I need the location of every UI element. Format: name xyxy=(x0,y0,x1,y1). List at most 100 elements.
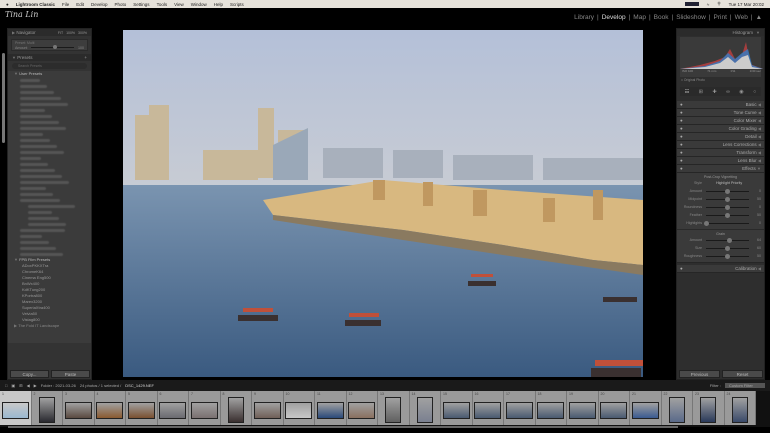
previous-button[interactable]: Previous xyxy=(679,370,720,378)
panel-transform[interactable]: ● Transform ◀ xyxy=(677,149,764,157)
copy-button[interactable]: Copy... xyxy=(10,370,49,378)
slider-value[interactable]: 50 xyxy=(753,254,761,258)
filmstrip-thumbnail[interactable]: 14 xyxy=(409,391,441,425)
second-window-icon[interactable]: ▣ xyxy=(11,383,15,388)
slider-track[interactable] xyxy=(706,253,749,259)
panel-lens-corrections[interactable]: ● Lens Corrections ◀ xyxy=(677,141,764,149)
filmstrip-thumbnail[interactable]: 6 xyxy=(157,391,189,425)
panel-calibration[interactable]: ● Calibration ◀ xyxy=(677,265,764,273)
edit-icon[interactable]: ☷ xyxy=(685,89,689,95)
vignette-slider-roundness[interactable]: Roundness 0 xyxy=(677,203,764,211)
wifi-icon[interactable]: ≈ xyxy=(707,2,709,7)
preset-search-input[interactable]: Search Presets xyxy=(12,63,87,69)
grain-slider-size[interactable]: Size 60 xyxy=(677,244,764,252)
histogram-header[interactable]: Histogram ▼ xyxy=(677,29,764,36)
filmstrip-thumbnail[interactable]: 19 xyxy=(567,391,599,425)
eye-icon[interactable]: ● xyxy=(680,142,683,147)
preset-group-next[interactable]: ▶ The Fold IT Landscape xyxy=(8,323,91,329)
filmstrip-thumbnail[interactable]: 3 xyxy=(63,391,95,425)
filmstrip-thumbnail[interactable]: 20 xyxy=(598,391,630,425)
clock[interactable]: Tue 17 Mar 20:02 xyxy=(729,2,764,7)
grain-slider-amount[interactable]: Amount 64 xyxy=(677,236,764,244)
menu-tools[interactable]: Tools xyxy=(157,2,168,7)
mask-icon[interactable]: ◉ xyxy=(739,89,743,95)
panel-lens-blur[interactable]: ● Lens Blur ◀ xyxy=(677,157,764,165)
slider-track[interactable] xyxy=(706,212,749,218)
preset-amount-slider[interactable] xyxy=(31,45,74,49)
slider-track[interactable] xyxy=(703,220,749,226)
cloud-icon[interactable]: ▲ xyxy=(756,14,762,21)
filmstrip-thumbnail[interactable]: 8 xyxy=(220,391,252,425)
menu-view[interactable]: View xyxy=(174,2,184,7)
panel-color-mixer[interactable]: ● Color Mixer ◀ xyxy=(677,117,764,125)
slider-knob[interactable] xyxy=(703,220,709,226)
add-preset-icon[interactable]: + xyxy=(84,55,87,60)
slider-track[interactable] xyxy=(706,245,749,251)
menu-app-name[interactable]: Lightroom Classic xyxy=(16,2,55,7)
eye-icon[interactable]: ● xyxy=(680,118,683,123)
menu-settings[interactable]: Settings xyxy=(133,2,149,7)
module-map[interactable]: Map xyxy=(633,14,646,21)
slider-knob[interactable] xyxy=(725,196,730,202)
filter-dropdown[interactable]: Custom Filter xyxy=(725,383,765,388)
original-photo-checkbox[interactable]: □ Original Photo xyxy=(677,78,764,82)
main-window-icon[interactable]: □ xyxy=(5,383,7,388)
folder-label[interactable]: Folder : 2021-03-26 xyxy=(41,383,76,388)
zoom-300[interactable]: 300% xyxy=(78,31,87,35)
vignette-slider-midpoint[interactable]: Midpoint 50 xyxy=(677,195,764,203)
panel-detail[interactable]: ● Detail ◀ xyxy=(677,133,764,141)
slider-value[interactable]: 0 xyxy=(753,221,761,225)
slider-knob[interactable] xyxy=(725,188,730,194)
eye-icon[interactable]: ● xyxy=(680,110,683,115)
crop-icon[interactable]: ⊞ xyxy=(699,89,703,95)
battery-icon[interactable] xyxy=(684,2,699,6)
slider-track[interactable] xyxy=(706,188,749,194)
module-web[interactable]: Web xyxy=(735,14,748,21)
navigator-header[interactable]: ▶ Navigator FIT 100% 300% xyxy=(8,29,91,36)
slider-value[interactable]: 50 xyxy=(753,213,761,217)
menu-scripts[interactable]: Scripts xyxy=(230,2,244,7)
filmstrip-thumbnail[interactable]: 5 xyxy=(126,391,158,425)
grain-slider-roughness[interactable]: Roughness 50 xyxy=(677,252,764,260)
slider-knob[interactable] xyxy=(725,253,730,259)
slider-track[interactable] xyxy=(706,204,749,210)
filmstrip-thumbnail[interactable]: 17 xyxy=(504,391,536,425)
zoom-fit[interactable]: FIT xyxy=(58,31,63,35)
filmstrip-thumbnail[interactable]: 18 xyxy=(535,391,567,425)
filmstrip-scrollbar[interactable] xyxy=(8,426,678,428)
filmstrip-thumbnail[interactable]: 2 xyxy=(31,391,63,425)
filmstrip-thumbnail[interactable]: 15 xyxy=(441,391,473,425)
histogram[interactable]: ISO 100 71 mm f/11 1/30 sec xyxy=(680,37,763,77)
filmstrip-thumbnail[interactable]: 23 xyxy=(693,391,725,425)
redeye-icon[interactable]: ∞ xyxy=(726,89,730,95)
menu-window[interactable]: Window xyxy=(191,2,207,7)
presets-header[interactable]: ▼ Presets + xyxy=(8,54,91,61)
filmstrip-thumbnail[interactable]: 11 xyxy=(315,391,347,425)
slider-value[interactable]: 50 xyxy=(753,197,761,201)
slider-knob[interactable] xyxy=(725,245,730,251)
slider-value[interactable]: 60 xyxy=(753,246,761,250)
preset-amount-value[interactable]: 100 xyxy=(78,46,84,50)
menu-edit[interactable]: Edit xyxy=(76,2,84,7)
vignette-slider-feather[interactable]: Feather 50 xyxy=(677,211,764,219)
apple-icon[interactable]: ● xyxy=(6,2,9,7)
slider-track[interactable] xyxy=(706,196,749,202)
reset-button[interactable]: Reset xyxy=(722,370,763,378)
grid-icon[interactable]: ⊞ xyxy=(19,383,22,388)
eye-icon[interactable]: ● xyxy=(680,150,683,155)
filmstrip-thumbnail[interactable]: 1 xyxy=(0,391,32,425)
filmstrip-thumbnail[interactable]: 10 xyxy=(283,391,315,425)
slider-value[interactable]: 0 xyxy=(753,205,761,209)
presets-icon[interactable]: ○ xyxy=(753,89,756,95)
slider-knob[interactable] xyxy=(725,204,730,210)
filmstrip-thumbnail[interactable]: 21 xyxy=(630,391,662,425)
menu-file[interactable]: File xyxy=(62,2,69,7)
panel-effects[interactable]: ● Effects ▼ xyxy=(677,165,764,173)
slider-value[interactable]: 64 xyxy=(753,238,761,242)
vignette-slider-amount[interactable]: Amount 0 xyxy=(677,187,764,195)
slider-value[interactable]: 0 xyxy=(753,189,761,193)
search-icon[interactable]: ⚲ xyxy=(717,1,720,7)
selected-file[interactable]: DSC_1429.NEF xyxy=(125,383,154,388)
menu-help[interactable]: Help xyxy=(214,2,223,7)
menu-develop[interactable]: Develop xyxy=(91,2,108,7)
